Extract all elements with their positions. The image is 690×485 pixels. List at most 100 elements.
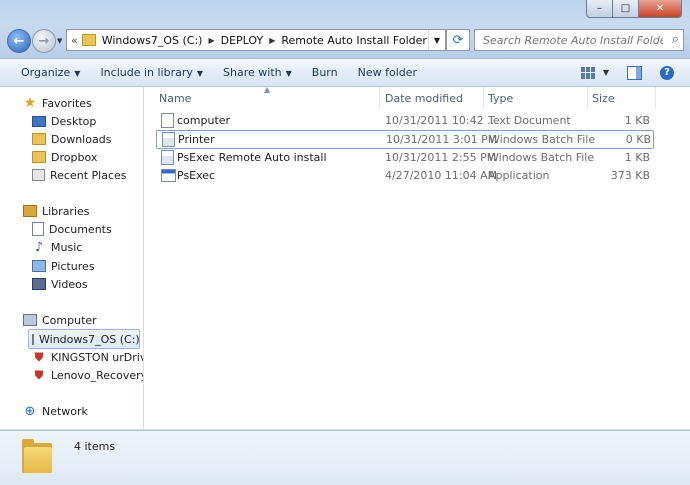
nav-recent-places[interactable]: Recent Places [32,166,127,184]
preview-pane-icon[interactable] [627,65,642,80]
maximize-button[interactable]: □ [613,0,639,18]
nav-computer[interactable]: Computer [23,311,97,329]
file-size: 1 KB [624,151,650,164]
column-divider[interactable] [587,87,588,109]
close-button[interactable]: ✕ [639,0,682,18]
nav-label: Recent Places [50,168,127,182]
column-header-type[interactable]: Type [488,87,513,109]
organize-button[interactable]: Organize ▼ [11,66,90,79]
nav-label: Videos [51,277,88,291]
column-label: Size [592,91,615,105]
network-icon: ⊕ [24,403,36,419]
nav-libraries[interactable]: Libraries [23,202,90,220]
arrow-right-icon: → [38,33,50,49]
address-dropdown-button[interactable]: ▼ [428,30,445,50]
nav-label: Dropbox [51,150,98,164]
nav-music[interactable]: ♪ Music [32,238,82,256]
share-with-button[interactable]: Share with ▼ [213,66,302,79]
file-row[interactable]: computer 10/31/2011 10:42 ... Text Docum… [156,112,652,129]
include-in-library-button[interactable]: Include in library ▼ [90,66,213,79]
nav-label: Pictures [51,259,95,273]
back-button[interactable]: ← [7,29,31,53]
desktop-icon [32,115,46,127]
search-input[interactable] [481,32,665,48]
chevron-down-icon: ▼ [285,69,292,78]
nav-pictures[interactable]: Pictures [32,257,95,275]
refresh-button[interactable]: ⟳ [446,29,470,51]
nav-favorites[interactable]: ★ Favorites [23,94,92,112]
nav-lenovo-recovery[interactable]: ⛊ Lenovo_Recovery (C [32,366,144,384]
batch-file-icon [162,132,175,147]
breadcrumb-deploy[interactable]: DEPLOY [221,34,264,47]
nav-videos[interactable]: Videos [32,275,88,293]
nav-dropbox[interactable]: Dropbox [32,148,97,166]
file-date: 10/31/2011 3:01 PM [386,133,498,146]
nav-downloads[interactable]: Downloads [32,130,111,148]
burn-button[interactable]: Burn [302,66,348,79]
file-row[interactable]: Printer 10/31/2011 3:01 PM Windows Batch… [156,130,654,149]
forward-button[interactable]: → [32,29,56,53]
breadcrumb-drive[interactable]: Windows7_OS (C:) [102,34,203,47]
nav-documents[interactable]: Documents [32,220,112,238]
column-header-date-modified[interactable]: Date modified [385,87,463,109]
file-size: 1 KB [624,114,650,127]
file-date: 10/31/2011 10:42 ... [385,114,498,127]
nav-label: Network [42,404,88,418]
address-bar[interactable]: « Windows7_OS (C:) ▶ DEPLOY ▶ Remote Aut… [66,29,446,51]
search-box[interactable]: ⌕ [474,29,684,51]
navigation-pane: ★ Favorites Desktop Downloads Dropbox Rec… [0,87,144,429]
nav-label: Libraries [42,204,90,218]
videos-icon [32,278,46,290]
change-view-icon[interactable] [580,66,595,79]
recent-pages-dropdown[interactable]: ▼ [57,37,62,45]
chevron-down-icon: ▼ [433,35,441,45]
nav-label: KINGSTON urDrive ( [51,350,143,364]
computer-icon [23,314,37,326]
file-type: Windows Batch File [488,151,595,164]
nav-network[interactable]: ⊕ Network [23,402,88,420]
column-header-name[interactable]: Name [159,87,191,109]
file-row[interactable]: PsExec Remote Auto install 10/31/2011 2:… [156,149,652,166]
nav-kingston-drive[interactable]: ⛊ KINGSTON urDrive ( [32,348,143,366]
file-name: PsExec [177,169,216,182]
file-type: Text Document [488,114,571,127]
column-header-size[interactable]: Size [592,87,615,109]
help-icon[interactable]: ? [660,65,674,80]
usb-drive-icon: ⛊ [34,349,44,364]
column-label: Name [159,91,192,105]
file-type: Application [488,169,550,182]
minimize-button[interactable]: – [586,0,613,18]
nav-windows7-os-drive[interactable]: Windows7_OS (C:) [28,329,140,349]
breadcrumb-separator-icon[interactable]: ▶ [269,36,275,45]
file-type: Windows Batch File [489,133,596,146]
recovery-drive-icon: ⛊ [34,367,44,382]
new-folder-button[interactable]: New folder [348,66,427,79]
dropbox-folder-icon [32,151,46,163]
nav-label: Lenovo_Recovery (C [51,368,144,382]
breadcrumb-current-folder[interactable]: Remote Auto Install Folder [281,34,427,47]
column-divider[interactable] [483,87,484,109]
column-label: Date modified [385,91,463,105]
file-name: computer [177,114,231,127]
star-icon: ★ [23,95,37,111]
column-divider[interactable] [655,87,656,109]
view-options-dropdown-icon[interactable]: ▼ [603,68,609,77]
music-icon: ♪ [34,239,44,255]
column-divider[interactable] [379,87,380,109]
drive-icon [32,333,34,345]
folder-icon [81,34,96,46]
pictures-icon [32,260,46,272]
breadcrumb-separator-icon[interactable]: ▶ [208,36,214,45]
item-count: 4 items [74,440,116,453]
nav-desktop[interactable]: Desktop [32,112,96,130]
address-overflow[interactable]: « [71,34,78,47]
file-row[interactable]: PsExec 4/27/2010 11:04 AM Application 37… [156,167,652,184]
text-file-icon [161,113,174,128]
nav-label: Documents [49,222,112,236]
search-icon[interactable]: ⌕ [672,32,679,47]
file-name: Printer [178,133,215,146]
refresh-icon: ⟳ [452,32,464,48]
nav-label: Computer [42,313,97,327]
nav-label: Downloads [51,132,112,146]
include-in-library-label: Include in library [100,66,193,79]
